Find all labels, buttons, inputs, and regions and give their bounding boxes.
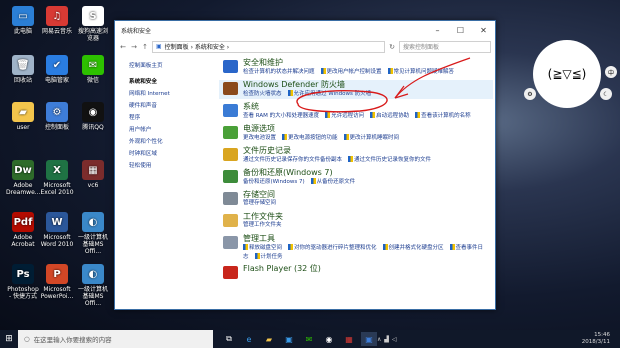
annotation-overlay — [296, 57, 471, 113]
red-arrow-annotation — [394, 57, 471, 99]
red-circle-annotation — [296, 90, 388, 113]
